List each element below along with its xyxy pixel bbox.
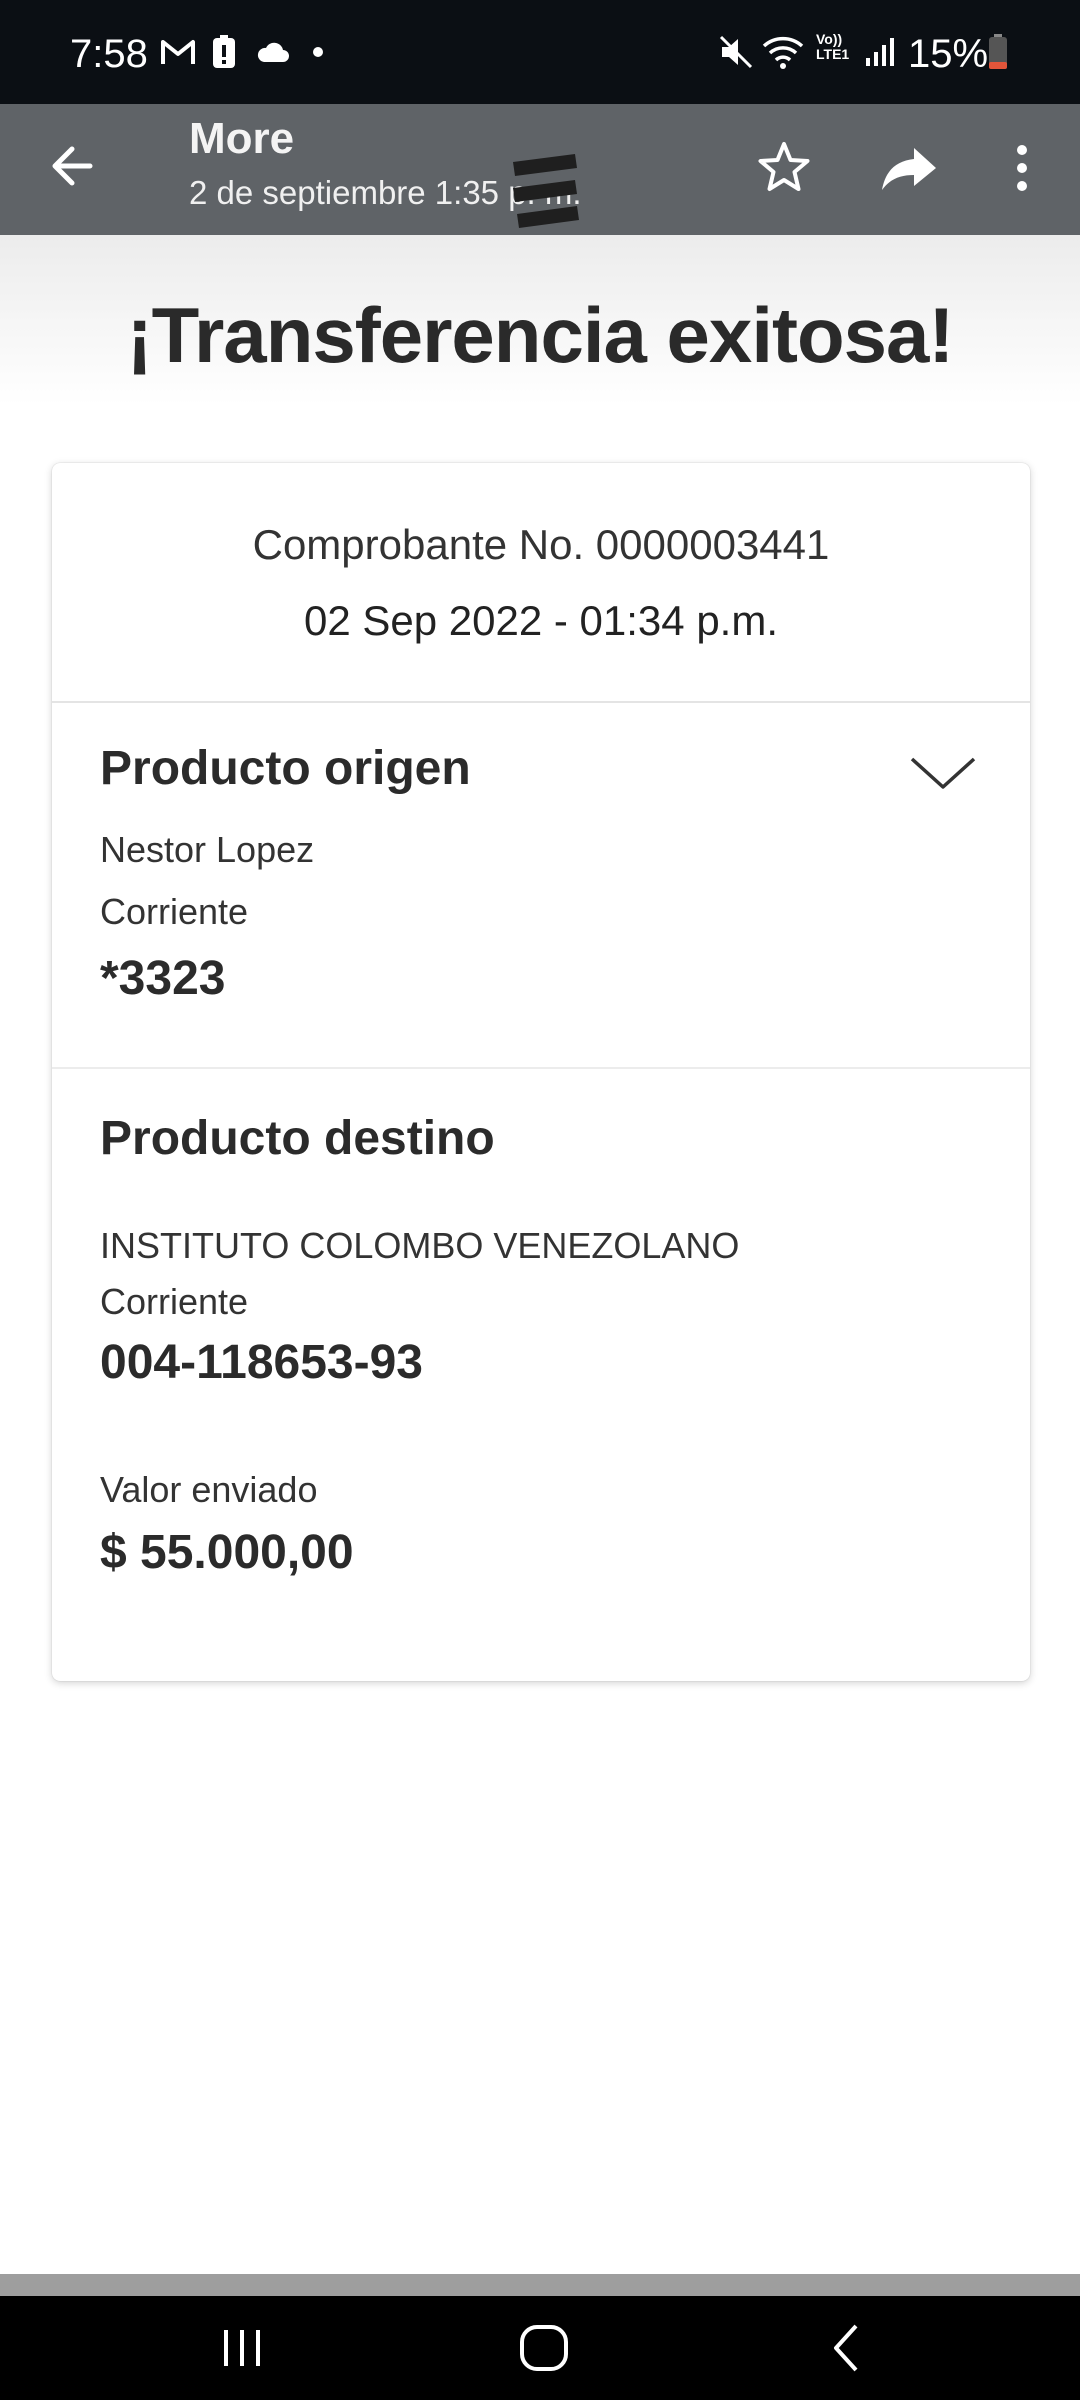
destination-title: Producto destino (100, 1112, 495, 1165)
battery-percent: 15% (908, 32, 989, 76)
status-bar: 7:58 Vo)) LTE1 15% (0, 0, 1080, 104)
origin-title: Producto origen (100, 742, 471, 795)
star-button[interactable] (748, 132, 820, 204)
app-bar: More 2 de septiembre 1:35 p. m. (0, 104, 1080, 235)
system-nav-bar (0, 2296, 1080, 2400)
gmail-icon (160, 32, 196, 72)
app-bar-title: More (189, 114, 295, 163)
chevron-down-icon[interactable] (908, 753, 978, 793)
home-button[interactable] (514, 2318, 574, 2378)
voucher-number: Comprobante No. 0000003441 (252, 521, 830, 568)
signal-icon (864, 32, 896, 72)
system-back-button[interactable] (818, 2318, 878, 2378)
status-time: 7:58 (70, 32, 148, 76)
bank-logo-icon (505, 152, 585, 236)
recent-apps-icon (224, 2330, 260, 2366)
recent-apps-button[interactable] (212, 2318, 272, 2378)
volte-label: Vo)) LTE1 (816, 31, 850, 62)
wifi-icon (762, 32, 804, 72)
arrow-left-icon (52, 146, 93, 186)
mute-icon (718, 32, 754, 72)
amount-label: Valor enviado (100, 1469, 318, 1510)
chevron-left-icon (834, 2324, 858, 2372)
origin-account-number: *3323 (100, 952, 226, 1005)
back-button[interactable] (42, 134, 106, 198)
destination-product-section: Producto destino INSTITUTO COLOMBO VENEZ… (52, 1069, 1030, 1681)
success-headline: ¡Transferencia exitosa! (126, 291, 955, 379)
destination-account-number: 004-118653-93 (100, 1336, 423, 1389)
origin-holder-name: Nestor Lopez (100, 829, 315, 870)
forward-icon (882, 148, 936, 190)
receipt-card: Comprobante No. 0000003441 02 Sep 2022 -… (52, 463, 1030, 1681)
origin-account-type: Corriente (100, 891, 249, 932)
amount-value: $ 55.000,00 (100, 1526, 354, 1579)
battery-icon (988, 32, 1008, 72)
destination-account-type: Corriente (100, 1281, 249, 1322)
volte-icon: Vo)) LTE1 (816, 32, 854, 72)
receipt-header: Comprobante No. 0000003441 02 Sep 2022 -… (52, 463, 1030, 703)
bottom-divider (0, 2274, 1080, 2296)
origin-product-section[interactable]: Producto origen Nestor Lopez Corriente *… (52, 703, 1030, 1069)
alert-icon (212, 32, 236, 72)
transaction-datetime: 02 Sep 2022 - 01:34 p.m. (304, 597, 778, 644)
more-vert-icon (1017, 145, 1027, 191)
more-options-button[interactable] (1000, 132, 1072, 204)
home-icon (520, 2325, 568, 2371)
star-icon (758, 142, 810, 191)
cloud-icon (256, 32, 290, 72)
dot-icon (312, 32, 324, 72)
forward-button[interactable] (874, 132, 946, 204)
destination-holder-name: INSTITUTO COLOMBO VENEZOLANO (100, 1225, 740, 1266)
